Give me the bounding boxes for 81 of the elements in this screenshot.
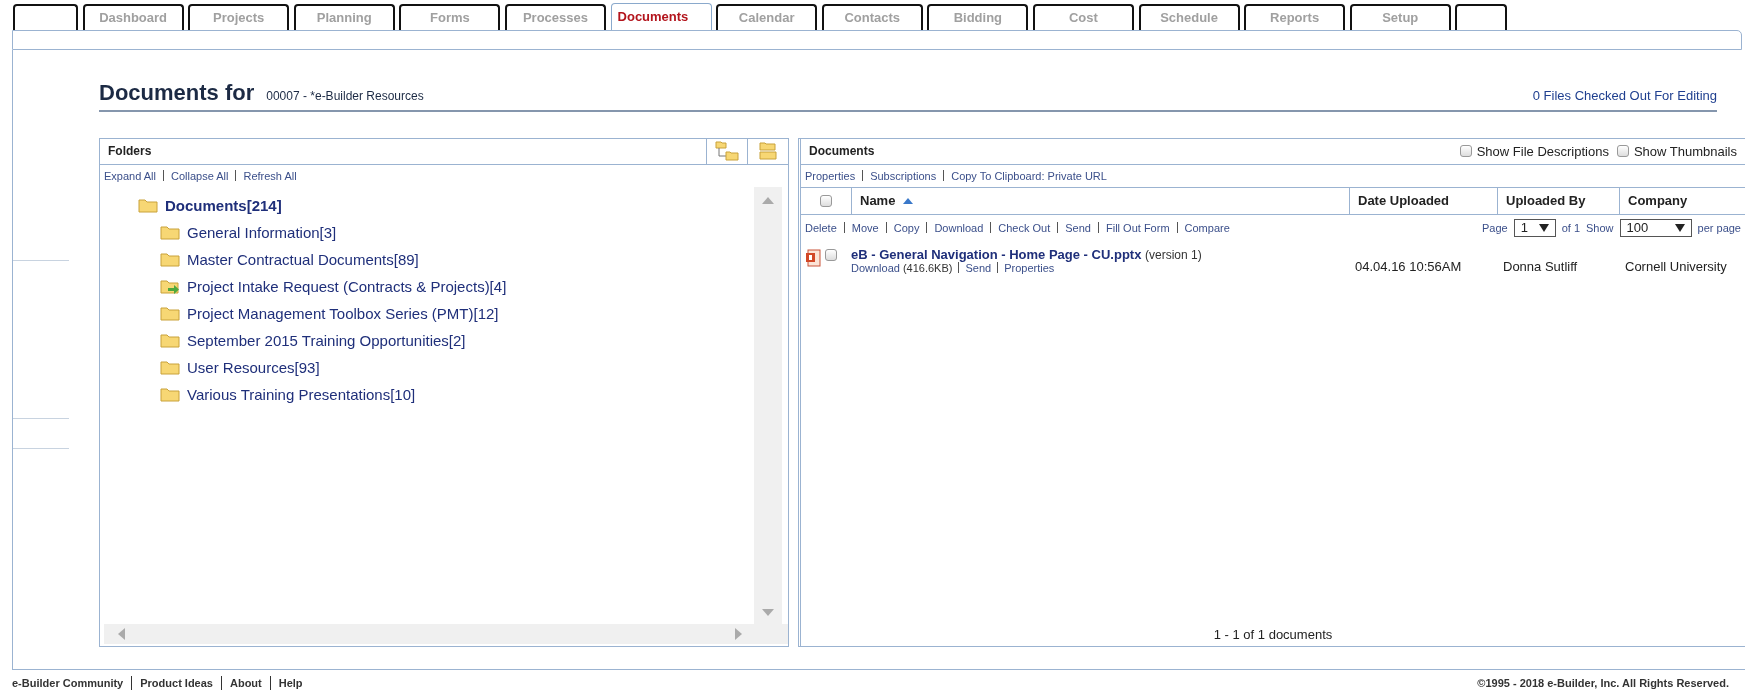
nav-tab[interactable] bbox=[1455, 3, 1508, 30]
tree-action-link[interactable]: Expand All bbox=[104, 169, 156, 182]
folder-icon bbox=[160, 251, 180, 267]
folder-icon bbox=[160, 359, 180, 375]
bulk-action-link[interactable]: Download bbox=[934, 221, 984, 234]
page-label: Page bbox=[1481, 221, 1508, 234]
bulk-action-link[interactable]: Fill Out Form bbox=[1106, 221, 1170, 234]
panel-title: Documents bbox=[809, 144, 875, 159]
folder-link[interactable]: Project Intake Request (Contracts & Projects)[4] bbox=[187, 277, 507, 295]
download-link[interactable]: Download bbox=[851, 261, 900, 274]
table-cell-text: Cornell University bbox=[1624, 257, 1728, 274]
folder-arrow-icon bbox=[160, 278, 180, 294]
column-header[interactable]: Company bbox=[1619, 187, 1745, 214]
vertical-scrollbar[interactable] bbox=[754, 186, 782, 624]
per-page-select[interactable]: 100 bbox=[1619, 218, 1692, 237]
footer-link[interactable]: e-Builder Community bbox=[12, 676, 124, 689]
column-header[interactable]: Name bbox=[851, 187, 1349, 214]
sort-ascending-icon bbox=[903, 197, 914, 204]
folder-icon bbox=[160, 332, 180, 348]
row-action-link[interactable]: Properties bbox=[1004, 261, 1055, 274]
folder-link[interactable]: Various Training Presentations[10] bbox=[187, 385, 416, 403]
column-header[interactable]: Date Uploaded bbox=[1349, 187, 1497, 214]
document-count: 1 - 1 of 1 documents bbox=[1213, 626, 1333, 642]
tree-action-link[interactable]: Collapse All bbox=[171, 169, 229, 182]
checkbox[interactable] bbox=[1616, 145, 1629, 158]
scroll-right-icon[interactable] bbox=[735, 627, 742, 640]
column-header[interactable]: Uploaded By bbox=[1497, 187, 1619, 214]
table-cell-text: 04.04.16 10:56AM bbox=[1354, 257, 1463, 274]
folder-icon bbox=[160, 305, 180, 321]
bulk-action-link[interactable]: Check Out bbox=[998, 221, 1051, 234]
horizontal-scrollbar[interactable] bbox=[104, 623, 788, 644]
checkbox[interactable] bbox=[820, 194, 832, 207]
bulk-action-link[interactable]: Compare bbox=[1184, 221, 1230, 234]
document-action-link[interactable]: Properties bbox=[805, 169, 856, 182]
table-cell-text: Donna Sutliff bbox=[1502, 257, 1579, 274]
folder-link[interactable]: September 2015 Training Opportunities[2] bbox=[187, 331, 466, 349]
option-label: Show File Descriptions bbox=[1476, 143, 1609, 159]
per-page-label: per page bbox=[1697, 221, 1741, 234]
page-title: Documents for bbox=[99, 79, 255, 106]
bulk-action-link[interactable]: Delete bbox=[805, 221, 837, 234]
footer-link[interactable]: Help bbox=[278, 676, 303, 689]
page-count: of 1 bbox=[1561, 221, 1581, 234]
folder-tree-icon bbox=[715, 141, 739, 162]
file-size: (416.6KB) bbox=[902, 261, 953, 274]
tree-action-link[interactable]: Refresh All bbox=[243, 169, 297, 182]
row-action-link[interactable]: Send bbox=[965, 261, 992, 274]
folder-link[interactable]: Master Contractual Documents[89] bbox=[187, 250, 419, 268]
copyright-text: ©1995 - 2018 e-Builder, Inc. All Rights Reserved. bbox=[1477, 676, 1729, 689]
document-action-link[interactable]: Copy To Clipboard: Private URL bbox=[951, 169, 1107, 182]
caret-icon bbox=[1674, 223, 1685, 232]
caret-icon bbox=[1538, 223, 1549, 232]
folder-stack-icon bbox=[759, 141, 777, 162]
folder-icon bbox=[160, 224, 180, 240]
nav-tab[interactable]: Documents bbox=[610, 2, 712, 30]
scroll-left-icon[interactable] bbox=[118, 627, 125, 640]
folder-icon bbox=[160, 386, 180, 402]
version-label: (version 1) bbox=[1145, 247, 1202, 262]
project-name: 00007 - *e-Builder Resources bbox=[266, 88, 424, 103]
folder-link[interactable]: Project Management Toolbox Series (PMT)[12] bbox=[187, 304, 499, 322]
document-link[interactable]: eB - General Navigation - Home Page - CU.pptx bbox=[851, 246, 1142, 262]
panel-title: Folders bbox=[108, 144, 152, 159]
folder-link[interactable]: User Resources[93] bbox=[187, 358, 320, 376]
page-select[interactable]: 1 bbox=[1513, 218, 1556, 237]
scroll-up-icon[interactable] bbox=[762, 196, 774, 204]
bulk-action-link[interactable]: Move bbox=[851, 221, 879, 234]
bulk-action-link[interactable]: Send bbox=[1065, 221, 1091, 234]
folder-link[interactable]: Documents[214] bbox=[165, 196, 282, 214]
scroll-down-icon[interactable] bbox=[762, 608, 774, 616]
footer-link[interactable]: Product Ideas bbox=[140, 676, 213, 689]
checkbox[interactable] bbox=[825, 248, 837, 261]
checked-out-link[interactable]: 0 Files Checked Out For Editing bbox=[1532, 87, 1717, 103]
checkbox[interactable] bbox=[1459, 145, 1472, 158]
option-label: Show Thumbnails bbox=[1633, 143, 1737, 159]
folder-link[interactable]: General Information[3] bbox=[187, 223, 337, 241]
nav-tab[interactable] bbox=[13, 3, 78, 30]
folder-icon bbox=[138, 197, 158, 213]
document-action-link[interactable]: Subscriptions bbox=[870, 169, 937, 182]
bulk-action-link[interactable]: Copy bbox=[893, 221, 920, 234]
footer-link[interactable]: About bbox=[230, 676, 262, 689]
show-label: Show bbox=[1586, 221, 1614, 234]
presentation-file-icon bbox=[805, 248, 821, 267]
